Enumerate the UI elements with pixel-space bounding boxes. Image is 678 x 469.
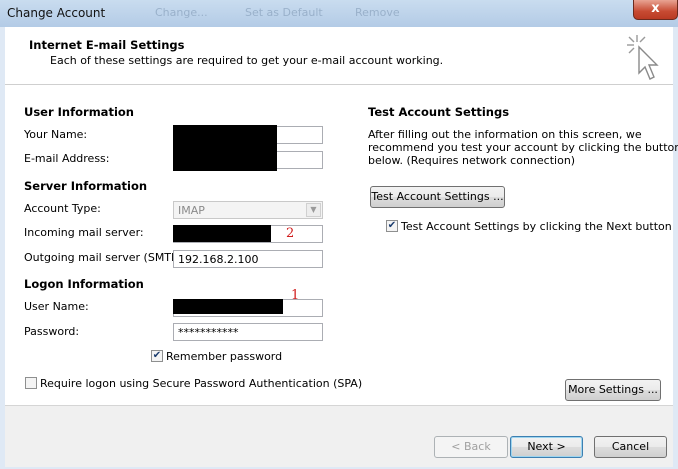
title-bar: Change Account Change... Set as Default …: [0, 0, 678, 27]
redaction-block: [173, 125, 277, 171]
header-title: Internet E-mail Settings: [29, 38, 185, 52]
test-on-next-checkbox[interactable]: ✔: [386, 220, 398, 232]
account-type-label: Account Type:: [24, 202, 101, 215]
test-description-line-2: recommend you test your account by click…: [368, 141, 678, 154]
annotation-marker-1: 1: [291, 288, 300, 303]
test-account-settings-button[interactable]: Test Account Settings ...: [370, 186, 505, 208]
background-tab-change: Change...: [155, 6, 208, 19]
remember-password-checkbox[interactable]: ✔: [151, 350, 163, 362]
password-field[interactable]: ***********: [173, 323, 323, 341]
annotation-marker-2: 2: [286, 226, 295, 241]
next-button[interactable]: Next >: [510, 436, 583, 458]
wand-cursor-icon: [627, 35, 659, 80]
account-type-select[interactable]: IMAP ▼: [173, 201, 323, 219]
back-button[interactable]: < Back: [434, 436, 508, 458]
username-label: User Name:: [24, 300, 89, 313]
your-name-label: Your Name:: [24, 128, 88, 141]
background-tab-set-default: Set as Default: [245, 6, 323, 19]
redaction-block: [173, 299, 283, 314]
test-description-line-3: below. (Requires network connection): [368, 154, 576, 167]
more-settings-button[interactable]: More Settings ...: [565, 379, 661, 401]
password-label: Password:: [24, 325, 80, 338]
test-on-next-label: Test Account Settings by clicking the Ne…: [401, 220, 672, 233]
checkmark-icon: ✔: [152, 350, 162, 361]
spa-label: Require logon using Secure Password Auth…: [40, 377, 363, 390]
close-icon: x: [651, 1, 660, 16]
outgoing-server-field[interactable]: 192.168.2.100: [173, 250, 323, 268]
window-title: Change Account: [7, 6, 106, 20]
remember-password-label: Remember password: [166, 350, 283, 363]
account-type-value: IMAP: [178, 204, 205, 217]
dialog-header: Internet E-mail Settings Each of these s…: [5, 27, 673, 85]
email-label: E-mail Address:: [24, 152, 110, 165]
checkmark-icon: ✔: [387, 220, 397, 231]
dialog-window: Internet E-mail Settings Each of these s…: [5, 27, 678, 467]
redaction-block: [173, 225, 271, 242]
header-subtitle: Each of these settings are required to g…: [50, 54, 444, 67]
test-settings-heading: Test Account Settings: [368, 105, 510, 119]
footer-separator: [5, 405, 673, 406]
outgoing-server-label: Outgoing mail server (SMTP):: [24, 251, 186, 264]
background-tab-remove: Remove: [355, 6, 400, 19]
cancel-button[interactable]: Cancel: [594, 436, 667, 458]
logon-info-heading: Logon Information: [24, 277, 144, 291]
incoming-server-label: Incoming mail server:: [24, 226, 144, 239]
chevron-down-icon: ▼: [306, 203, 321, 217]
spa-checkbox[interactable]: [25, 377, 37, 389]
close-button[interactable]: x: [633, 0, 678, 20]
user-info-heading: User Information: [24, 105, 134, 119]
server-info-heading: Server Information: [24, 179, 148, 193]
test-description-line-1: After filling out the information on thi…: [368, 128, 642, 141]
settings-content: User Information Your Name: E-mail Addre…: [5, 85, 678, 405]
